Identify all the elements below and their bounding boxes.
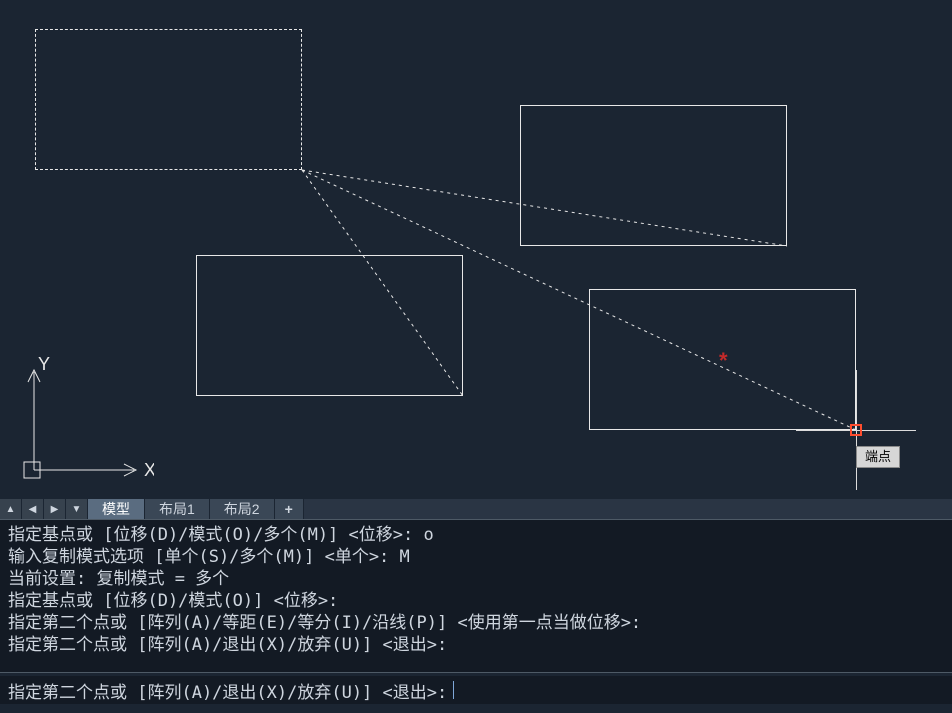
drag-anchor-marker: * bbox=[719, 354, 728, 368]
copied-rectangle-1[interactable] bbox=[520, 105, 787, 246]
drawing-canvas[interactable]: * 端点 X Y bbox=[0, 0, 952, 497]
ucs-y-label: Y bbox=[38, 356, 50, 374]
tab-layout2[interactable]: 布局2 bbox=[210, 499, 275, 519]
source-rectangle-ghost bbox=[35, 29, 302, 170]
command-history[interactable]: 指定基点或 [位移(D)/模式(O)/多个(M)] <位移>: o 输入复制模式… bbox=[0, 519, 952, 673]
ucs-x-label: X bbox=[144, 460, 154, 480]
command-line[interactable]: 指定第二个点或 [阵列(A)/退出(X)/放弃(U)] <退出>: bbox=[0, 676, 952, 704]
tab-nav-last[interactable]: ▼ bbox=[66, 499, 88, 519]
snap-tooltip: 端点 bbox=[856, 446, 900, 468]
tab-nav-prev[interactable]: ◀ bbox=[22, 499, 44, 519]
tab-add-layout[interactable]: + bbox=[275, 499, 304, 519]
tab-nav-first[interactable]: ▲ bbox=[0, 499, 22, 519]
tab-nav-next[interactable]: ▶ bbox=[44, 499, 66, 519]
command-caret bbox=[453, 681, 454, 699]
endpoint-snap-marker bbox=[850, 424, 862, 436]
command-input[interactable] bbox=[455, 680, 835, 700]
copied-rectangle-2[interactable] bbox=[196, 255, 463, 396]
tab-model[interactable]: 模型 bbox=[88, 499, 145, 519]
layout-tabs-bar: ▲ ◀ ▶ ▼ 模型 布局1 布局2 + bbox=[0, 499, 952, 519]
ucs-icon: X Y bbox=[22, 356, 154, 489]
command-prompt: 指定第二个点或 [阵列(A)/退出(X)/放弃(U)] <退出>: bbox=[8, 678, 447, 703]
tab-layout1[interactable]: 布局1 bbox=[145, 499, 210, 519]
